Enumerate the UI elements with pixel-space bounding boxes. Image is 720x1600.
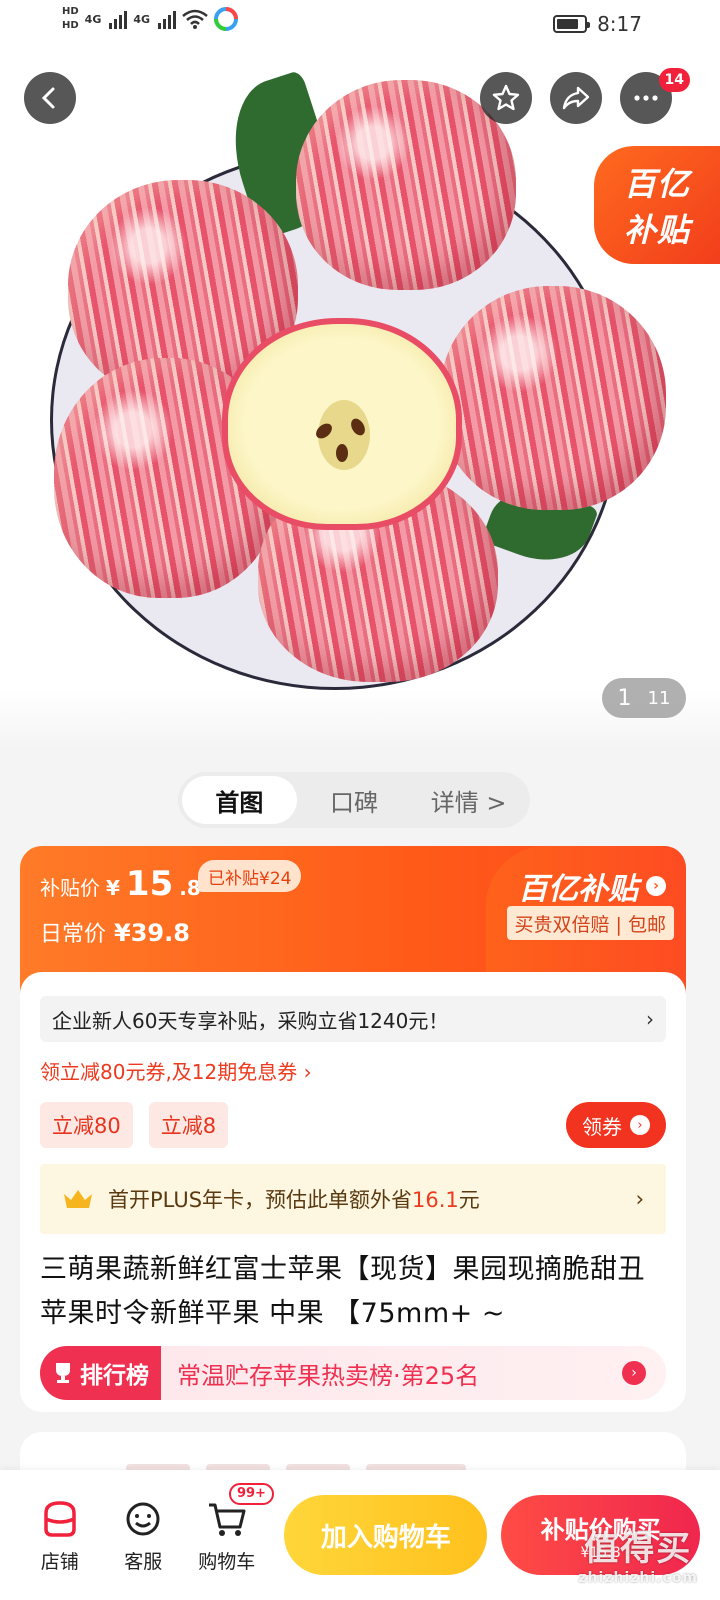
plus-promo-unit: 元: [458, 1188, 480, 1212]
app-status-icon: [214, 7, 239, 31]
status-right: 8:17: [553, 12, 642, 36]
chevron-right-icon: ›: [622, 1361, 646, 1385]
plus-promo-text-before: 首开PLUS年卡，预估此单额外省: [108, 1188, 413, 1212]
hd-indicator: HD HD: [62, 6, 79, 32]
subsidy-tag[interactable]: 百亿 补贴: [594, 146, 720, 264]
star-icon: [492, 84, 520, 111]
gallery-total: 11: [647, 687, 671, 709]
coupon-chips: 立减80 立减8: [40, 1102, 229, 1148]
subsidy-tag-line2: 补贴: [623, 211, 690, 249]
coupon-chip[interactable]: 立减8: [148, 1102, 229, 1148]
subsidy-price-label: 补贴价: [40, 876, 100, 900]
subsidy-price: 补贴价 ¥ 15 .8: [40, 864, 201, 904]
shop-label: 店铺: [40, 1550, 79, 1573]
tab-reviews[interactable]: 口碑: [297, 776, 412, 824]
crown-icon: [64, 1190, 92, 1208]
watermark-line1: 值得买: [584, 1529, 693, 1569]
watermark: 值得买 zhizhizhi.com: [578, 1521, 698, 1586]
image-tabs: 首图 口碑 详情 >: [178, 772, 530, 828]
clock: 8:17: [597, 12, 642, 36]
ranking-tag: 排行榜: [40, 1346, 161, 1400]
seed: [336, 444, 348, 462]
add-to-cart-button[interactable]: 加入购物车: [284, 1495, 488, 1575]
gallery-counter: 1 11: [602, 678, 686, 718]
tab-details[interactable]: 详情 >: [411, 776, 526, 824]
apple: [440, 286, 666, 510]
gallery-current: 1: [617, 685, 632, 711]
subsidy-price-int: 15: [125, 864, 174, 904]
chevron-right-icon: ›: [630, 1115, 650, 1135]
notification-badge: 14: [658, 68, 690, 92]
hd1-label: HD: [62, 6, 79, 17]
status-bar: HD HD 4G 4G 8:17: [0, 0, 720, 50]
cart-label: 购物车: [198, 1550, 256, 1573]
signal-icon-2: [158, 9, 177, 29]
hd2-label: HD: [62, 20, 79, 31]
back-button[interactable]: [24, 72, 76, 124]
claim-coupon-label: 领券: [582, 1114, 622, 1139]
coupon-chip[interactable]: 立减80: [40, 1102, 133, 1148]
cart-count-badge: 99+: [228, 1482, 274, 1505]
tab-main-image[interactable]: 首图: [182, 776, 297, 824]
shop-icon: [43, 1500, 76, 1537]
claim-coupon-button[interactable]: 领券 ›: [566, 1102, 666, 1148]
daily-price: 日常价 ¥39.8: [40, 916, 190, 948]
chevron-left-icon: [41, 87, 55, 109]
coupon-link[interactable]: 领立减80元券,及12期免息券 ›: [40, 1056, 312, 1085]
chevron-right-icon: ›: [646, 1007, 654, 1031]
subsidy-tag-line1: 百亿: [623, 165, 690, 203]
subsidy-brand-label: 百亿补贴: [518, 872, 638, 907]
enterprise-promo-text: 企业新人60天专享补贴，采购立省1240元！: [52, 1008, 449, 1033]
daily-price-value: ¥39.8: [114, 919, 190, 947]
customer-service-button[interactable]: 客服: [101, 1497, 184, 1574]
chevron-right-icon: ›: [646, 876, 666, 896]
info-card: 企业新人60天专享补贴，采购立省1240元！ › 领立减80元券,及12期免息券…: [20, 972, 686, 1412]
share-button[interactable]: [550, 72, 602, 124]
network1-label: 4G: [84, 12, 102, 26]
share-icon: [562, 86, 590, 110]
plus-promo-amount: 16.1: [412, 1188, 459, 1212]
daily-price-label: 日常价: [40, 922, 107, 947]
subsidy-brand-link[interactable]: 百亿补贴 ›: [518, 864, 666, 908]
plus-membership-promo[interactable]: 首开PLUS年卡，预估此单额外省16.1元 ›: [40, 1164, 666, 1234]
signal-icon: [109, 9, 128, 29]
product-title: 三萌果蔬新鲜红富士苹果【现货】果园现摘脆甜丑苹果时令新鲜平果 中果 【75mm+…: [40, 1254, 645, 1329]
plus-promo-content: 首开PLUS年卡，预估此单额外省16.1元: [62, 1184, 480, 1214]
enterprise-promo[interactable]: 企业新人60天专享补贴，采购立省1240元！ ›: [40, 996, 666, 1042]
watermark-line2: zhizhizhi.com: [578, 1570, 698, 1586]
ranking-bar[interactable]: 排行榜 常温贮存苹果热卖榜·第25名 ›: [40, 1346, 666, 1400]
chevron-right-icon: ›: [635, 1187, 644, 1211]
shop-button[interactable]: 店铺: [18, 1497, 101, 1574]
subsidized-amount-pill: 已补贴¥24: [198, 860, 302, 892]
plus-promo-text: 首开PLUS年卡，预估此单额外省16.1元: [108, 1184, 480, 1214]
more-icon: [634, 95, 658, 101]
ranking-tag-label: 排行榜: [80, 1363, 149, 1389]
guarantee-badge: 买贵双倍赔 | 包邮: [506, 906, 674, 940]
status-left: HD HD 4G 4G: [62, 6, 239, 32]
cart-button[interactable]: 99+ 购物车: [185, 1482, 274, 1574]
wifi-icon: [182, 9, 208, 29]
currency-symbol: ¥: [106, 876, 120, 900]
network2-label: 4G: [133, 12, 151, 26]
ranking-text: 常温贮存苹果热卖榜·第25名: [177, 1361, 480, 1390]
customer-service-label: 客服: [124, 1550, 163, 1573]
battery-icon: [553, 15, 591, 33]
favorite-button[interactable]: [480, 72, 532, 124]
trophy-icon: [56, 1363, 70, 1383]
chat-smile-icon: [126, 1502, 160, 1535]
